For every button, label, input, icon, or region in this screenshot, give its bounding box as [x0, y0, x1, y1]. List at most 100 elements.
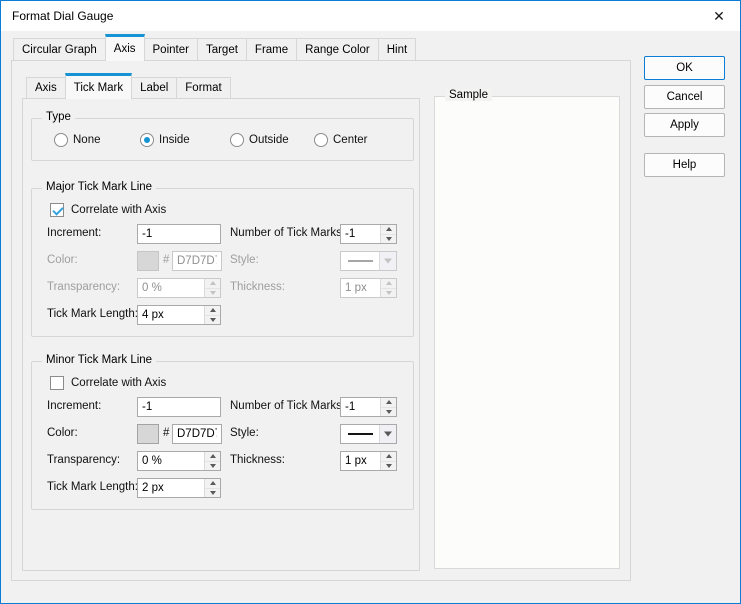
minor-length-input[interactable] — [138, 479, 204, 497]
help-button[interactable]: Help — [644, 153, 725, 177]
major-num-ticks-spinner — [340, 224, 397, 244]
spin-down-icon[interactable] — [205, 488, 220, 497]
major-group-title: Major Tick Mark Line — [42, 181, 157, 193]
major-transparency-row: Transparency: Thickness: — [32, 278, 413, 298]
spin-up-icon[interactable] — [381, 452, 396, 462]
spin-up-icon[interactable] — [205, 306, 220, 316]
radio-none[interactable]: None — [54, 132, 101, 148]
checkbox-unchecked-icon — [50, 376, 64, 390]
subtab-axis[interactable]: Axis — [26, 77, 66, 99]
spin-up-icon[interactable] — [381, 279, 396, 289]
minor-color-hex-input[interactable] — [172, 424, 222, 444]
tab-pointer[interactable]: Pointer — [143, 38, 198, 61]
spin-down-icon[interactable] — [381, 288, 396, 297]
minor-style-label: Style: — [230, 427, 259, 439]
spin-down-icon[interactable] — [205, 461, 220, 470]
major-correlate-label: Correlate with Axis — [71, 204, 167, 216]
radio-none-label: None — [73, 134, 101, 146]
tab-axis[interactable]: Axis — [104, 34, 145, 61]
minor-color-row: Color: # Style: — [32, 424, 413, 444]
minor-num-ticks-input[interactable] — [341, 398, 380, 416]
spin-up-icon[interactable] — [205, 479, 220, 489]
spin-down-icon[interactable] — [381, 234, 396, 243]
spin-down-icon[interactable] — [205, 315, 220, 324]
tab-hint[interactable]: Hint — [377, 38, 417, 61]
tab-frame[interactable]: Frame — [245, 38, 298, 61]
spinner-buttons — [380, 452, 396, 470]
sample-group-title: Sample — [445, 89, 492, 101]
minor-length-row: Tick Mark Length: — [32, 478, 413, 498]
minor-length-spinner — [137, 478, 221, 498]
spinner-buttons — [204, 479, 220, 497]
sample-group: Sample — [434, 89, 620, 569]
tab-circular-graph[interactable]: Circular Graph — [13, 38, 106, 61]
minor-thickness-label: Thickness: — [230, 454, 285, 466]
minor-correlate-label: Correlate with Axis — [71, 377, 167, 389]
minor-style-dropdown[interactable] — [340, 424, 397, 444]
major-color-row: Color: # Style: — [32, 251, 413, 271]
major-transparency-input[interactable] — [138, 279, 204, 297]
apply-button[interactable]: Apply — [644, 113, 725, 137]
titlebar: Format Dial Gauge ✕ — [1, 1, 740, 31]
close-icon[interactable]: ✕ — [704, 4, 734, 28]
tab-range-color[interactable]: Range Color — [296, 38, 379, 61]
type-group: Type None Inside Outside Center — [31, 111, 414, 161]
solid-line-icon — [341, 425, 379, 443]
spinner-buttons — [380, 225, 396, 243]
major-transparency-spinner — [137, 278, 221, 298]
minor-increment-input[interactable] — [137, 397, 221, 417]
radio-icon — [314, 133, 328, 147]
spin-up-icon[interactable] — [381, 398, 396, 408]
radio-center-label: Center — [333, 134, 368, 146]
major-increment-label: Increment: — [47, 227, 102, 239]
major-correlate-checkbox[interactable]: Correlate with Axis — [50, 202, 166, 218]
radio-inside[interactable]: Inside — [140, 132, 190, 148]
color-swatch[interactable] — [137, 424, 159, 444]
checkbox-checked-icon — [50, 203, 64, 217]
major-num-ticks-input[interactable] — [341, 225, 380, 243]
color-swatch[interactable] — [137, 251, 159, 271]
solid-line-icon — [341, 252, 379, 270]
tab-target[interactable]: Target — [196, 38, 247, 61]
ok-button[interactable]: OK — [644, 56, 725, 80]
main-tab-bar: Circular Graph Axis Pointer Target Frame… — [13, 34, 417, 61]
spinner-buttons — [380, 279, 396, 297]
major-length-row: Tick Mark Length: — [32, 305, 413, 325]
spin-up-icon[interactable] — [205, 452, 220, 462]
major-color-hex-input[interactable] — [172, 251, 222, 271]
spin-down-icon[interactable] — [205, 288, 220, 297]
dropdown-arrow-icon[interactable] — [379, 252, 396, 270]
major-style-dropdown[interactable] — [340, 251, 397, 271]
major-tick-mark-group: Major Tick Mark Line Correlate with Axis… — [31, 181, 414, 337]
spin-down-icon[interactable] — [381, 461, 396, 470]
radio-outside-label: Outside — [249, 134, 289, 146]
spin-up-icon[interactable] — [205, 279, 220, 289]
minor-transparency-row: Transparency: Thickness: — [32, 451, 413, 471]
subtab-format[interactable]: Format — [176, 77, 231, 99]
spin-down-icon[interactable] — [381, 407, 396, 416]
hash-sign: # — [163, 254, 170, 266]
sub-tab-bar: Axis Tick Mark Label Format — [26, 73, 231, 99]
subtab-tick-mark[interactable]: Tick Mark — [64, 73, 133, 99]
cancel-button[interactable]: Cancel — [644, 85, 725, 109]
dropdown-arrow-icon[interactable] — [379, 425, 396, 443]
minor-num-ticks-label: Number of Tick Marks: — [230, 400, 346, 412]
radio-center[interactable]: Center — [314, 132, 368, 148]
radio-outside[interactable]: Outside — [230, 132, 289, 148]
minor-thickness-input[interactable] — [341, 452, 380, 470]
major-color-label: Color: — [47, 254, 78, 266]
radio-icon — [54, 133, 68, 147]
major-increment-input[interactable] — [137, 224, 221, 244]
spin-up-icon[interactable] — [381, 225, 396, 235]
major-increment-row: Increment: Number of Tick Marks: — [32, 224, 413, 244]
radio-selected-icon — [140, 133, 154, 147]
minor-transparency-input[interactable] — [138, 452, 204, 470]
major-thickness-input[interactable] — [341, 279, 380, 297]
major-length-input[interactable] — [138, 306, 204, 324]
hash-sign: # — [163, 427, 170, 439]
minor-tick-mark-group: Minor Tick Mark Line Correlate with Axis… — [31, 354, 414, 510]
radio-inside-label: Inside — [159, 134, 190, 146]
minor-correlate-checkbox[interactable]: Correlate with Axis — [50, 375, 166, 391]
major-length-spinner — [137, 305, 221, 325]
subtab-label[interactable]: Label — [131, 77, 178, 99]
